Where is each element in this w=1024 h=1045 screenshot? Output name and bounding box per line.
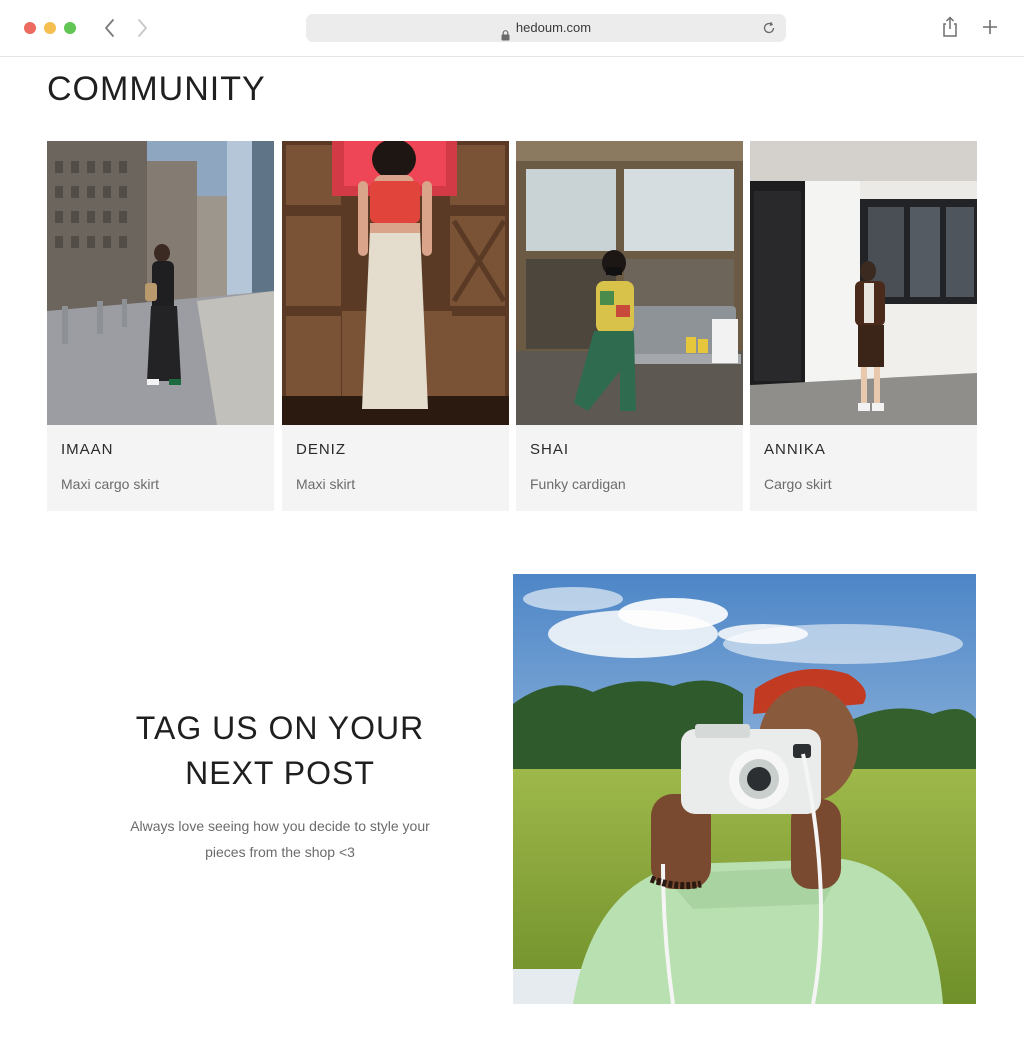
browser-toolbar: hedoum.com (0, 0, 1024, 57)
community-member-name: IMAAN (61, 441, 114, 458)
tag-us-photo (513, 574, 976, 1004)
community-card[interactable]: SHAI Funky cardigan (516, 141, 743, 511)
back-chevron-icon[interactable] (100, 17, 120, 39)
share-icon[interactable] (940, 16, 960, 38)
plus-icon[interactable] (981, 18, 999, 36)
community-title: COMMUNITY (47, 70, 266, 108)
tag-us-description-line1: Always love seeing how you decide to sty… (130, 818, 430, 834)
url-text: hedoum.com (515, 20, 592, 35)
community-item-name: Maxi cargo skirt (61, 476, 160, 492)
community-card[interactable]: ANNIKA Cargo skirt (750, 141, 977, 511)
close-window-button[interactable] (24, 22, 36, 34)
community-photo[interactable] (516, 141, 743, 425)
community-photo[interactable] (47, 141, 274, 425)
community-item-name: Cargo skirt (764, 476, 832, 492)
tag-us-heading-line1: TAG US ON YOUR (135, 710, 425, 746)
tag-us-heading: TAG US ON YOUR NEXT POST (100, 706, 460, 796)
tag-us-description-line2: pieces from the shop <3 (205, 844, 355, 860)
community-member-name: ANNIKA (764, 441, 826, 458)
community-member-name: DENIZ (296, 441, 346, 458)
browser-window: hedoum.com COMMUNITY IMAAN Maxi cargo sk… (0, 0, 1024, 1045)
community-photo[interactable] (282, 141, 509, 425)
tag-us-heading-line2: NEXT POST (185, 755, 375, 791)
forward-chevron-icon[interactable] (132, 17, 152, 39)
community-item-name: Maxi skirt (296, 476, 356, 492)
community-photo[interactable] (750, 141, 977, 425)
tag-us-description: Always love seeing how you decide to sty… (110, 813, 450, 865)
zoom-window-button[interactable] (64, 22, 76, 34)
community-member-name: SHAI (530, 441, 570, 458)
reload-icon[interactable] (762, 21, 776, 35)
lock-icon (501, 23, 510, 40)
minimize-window-button[interactable] (44, 22, 56, 34)
community-card[interactable]: DENIZ Maxi skirt (282, 141, 509, 511)
address-bar[interactable]: hedoum.com (306, 14, 786, 42)
community-item-name: Funky cardigan (530, 476, 626, 492)
community-card[interactable]: IMAAN Maxi cargo skirt (47, 141, 274, 511)
